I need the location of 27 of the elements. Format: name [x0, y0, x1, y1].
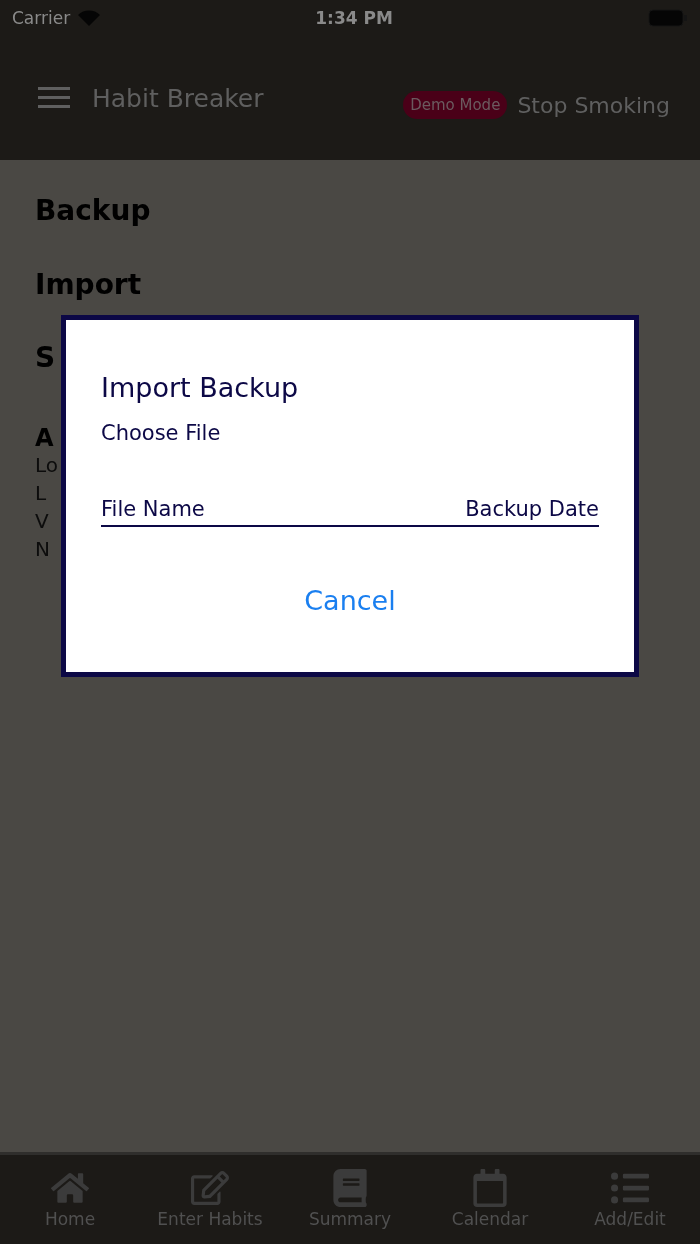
book-icon [331, 1169, 369, 1207]
menu-icon[interactable] [38, 87, 70, 109]
tab-item[interactable]: Add/Edit [560, 1155, 700, 1244]
dialog-title: Import Backup [101, 372, 299, 403]
app-title: Habit Breaker [92, 83, 265, 113]
info-line: Lo [35, 453, 59, 478]
section-heading: S [35, 341, 56, 375]
tab-item[interactable]: Summary [280, 1155, 420, 1244]
column-header: File Name [101, 497, 205, 521]
section-heading: Backup [35, 194, 151, 227]
choose-file-link[interactable]: Choose File [101, 421, 221, 445]
tab-item[interactable]: Calendar [420, 1155, 560, 1244]
habit-name: Stop Smoking [517, 92, 670, 118]
wifi-icon [78, 10, 101, 26]
calendar-icon [471, 1169, 509, 1207]
tab-item[interactable]: Home [0, 1155, 140, 1244]
cancel-button[interactable]: Cancel [296, 581, 404, 620]
section-heading: A [35, 423, 54, 452]
section-heading: Import [35, 267, 142, 301]
info-line: N [35, 537, 50, 562]
demo-mode-badge: Demo Mode [403, 91, 508, 119]
info-line: L [35, 481, 47, 506]
info-line: V [35, 509, 49, 534]
tab-item[interactable]: Enter Habits [140, 1155, 280, 1244]
column-header: Backup Date [465, 497, 599, 521]
clock-time: 1:34 PM [315, 8, 393, 28]
carrier-label: Carrier [12, 8, 71, 28]
